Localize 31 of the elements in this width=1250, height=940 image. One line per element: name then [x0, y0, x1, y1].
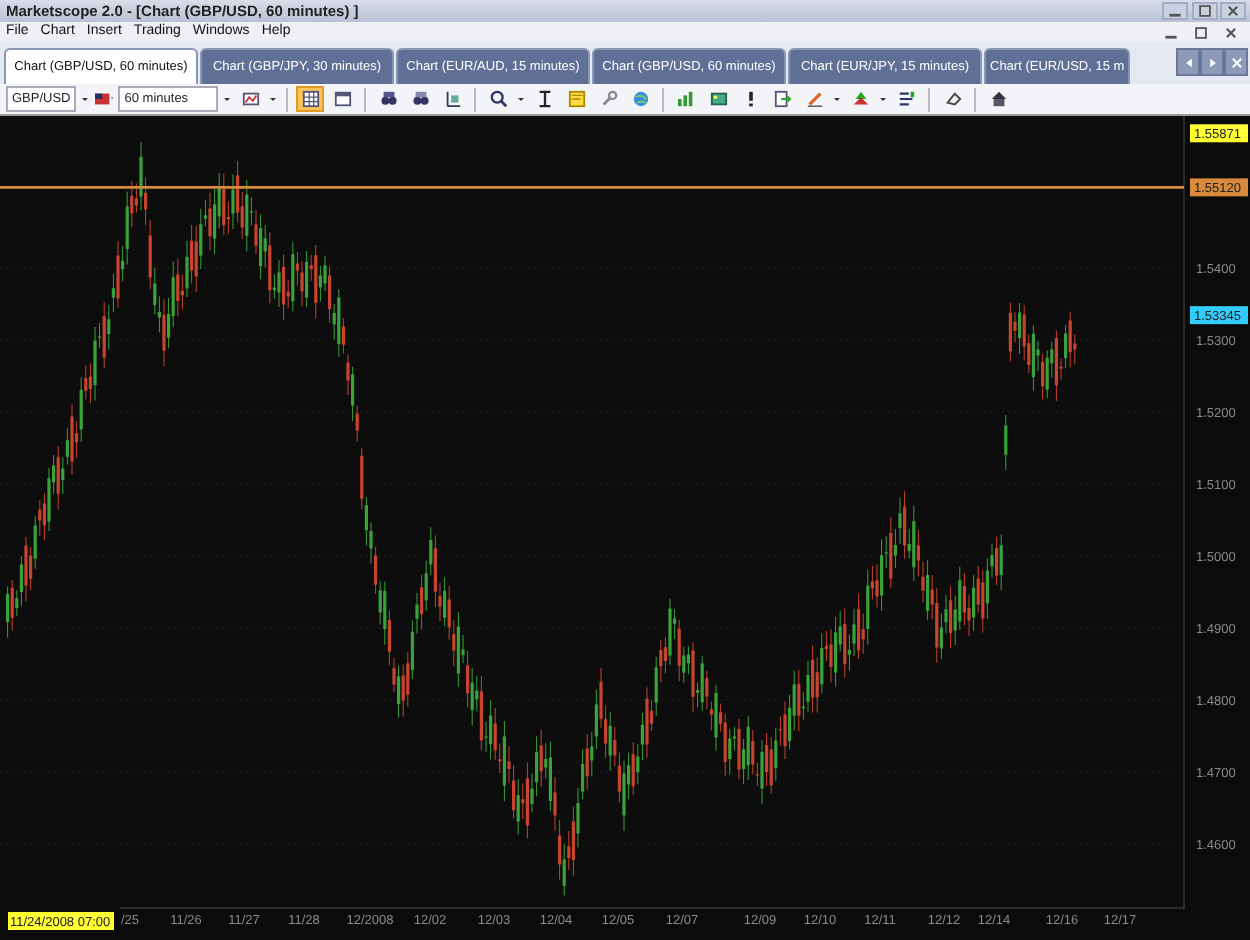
close-icon: [1223, 25, 1237, 39]
flag-dropdown[interactable]: [94, 90, 115, 108]
tab-scroll-right-button[interactable]: [1200, 48, 1224, 76]
image-icon: [709, 90, 728, 108]
tab-scroll-left-button[interactable]: [1176, 48, 1200, 76]
binoculars-icon: [379, 90, 398, 108]
close-button[interactable]: [1220, 2, 1247, 20]
house-icon: [989, 90, 1008, 108]
scale-icon: [443, 90, 462, 108]
note-icon: [567, 90, 586, 108]
minimize-button[interactable]: [1161, 2, 1188, 20]
left-arrow-icon: [1181, 55, 1195, 69]
close-icon: [1229, 55, 1243, 69]
eraser-icon: [943, 90, 962, 108]
tab-close-button[interactable]: [1224, 48, 1248, 76]
text-cursor-icon: [535, 90, 554, 108]
bars-icon: [677, 90, 696, 108]
right-arrow-icon: [1205, 55, 1219, 69]
binoculars-icon: [411, 90, 430, 108]
magnifier-icon: [489, 90, 508, 108]
chart-icon: [241, 90, 260, 108]
flag-icon: [94, 90, 115, 108]
globe-icon: [631, 90, 650, 108]
grid-icon: [301, 90, 320, 108]
window-icon: [333, 90, 352, 108]
pencil-icon: [805, 90, 824, 108]
grid-button[interactable]: [296, 86, 325, 112]
close-icon: [1226, 4, 1241, 18]
maximize-button[interactable]: [1191, 2, 1217, 20]
levels-icon: [897, 90, 916, 108]
fit-icon: [773, 90, 792, 108]
